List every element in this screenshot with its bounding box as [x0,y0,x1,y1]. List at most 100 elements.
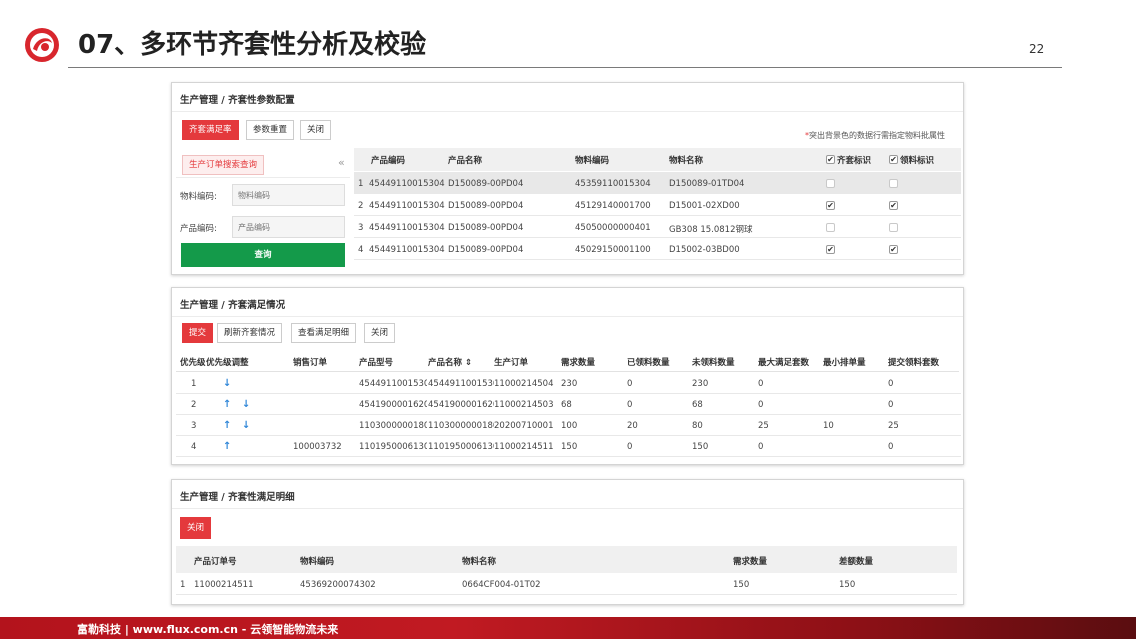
max-kits: 0 [758,442,764,452]
product-code: 45449110015304 [369,223,445,233]
order-search-tab[interactable]: 生产订单搜索查询 [182,155,265,175]
submit-qty: 25 [888,421,899,431]
max-kits: 0 [758,400,764,410]
title-divider [68,67,1062,68]
product-code: 45449110015304 [369,179,445,189]
refresh-kit-button[interactable]: 刷新齐套情况 [217,323,283,343]
material-code: 45359110015304 [575,179,651,189]
required-qty: 100 [561,421,578,431]
note-text: 突出背景色的数据行需指定物料批属性 [809,131,945,140]
required-qty: 150 [733,580,750,590]
pick-flag-checkbox[interactable] [889,179,898,188]
move-up-icon[interactable]: ↑ [223,441,231,452]
diff-qty: 150 [839,580,856,590]
panel-title: 生产管理 / 齐套性参数配置 [180,95,295,106]
col-material-code: 物料编码 [300,557,335,567]
production-order: 11000214503 [494,400,554,410]
kit-status-panel: 生产管理 / 齐套满足情况 提交 刷新齐套情况 查看满足明细 关闭 优先级 优先级… [171,287,964,465]
material-code-input[interactable] [232,184,345,206]
product-model: 1101950006130( [359,442,427,452]
pick-flag-checkbox[interactable] [889,223,898,232]
col-order-no: 产品订单号 [194,557,237,567]
col-sales-order: 销售订单 [293,358,328,368]
row-number: 4 [358,245,364,255]
kit-flag-checkbox[interactable] [826,223,835,232]
col-submit-qty: 提交领料套数 [888,358,940,368]
unpicked-qty: 68 [692,400,703,410]
pick-flag-checkbox[interactable]: ✔ [889,245,898,254]
col-kit-flag: 齐套标识 [837,156,872,166]
col-pick-flag: 领料标识 [900,156,935,166]
kit-flag-checkbox[interactable]: ✔ [826,245,835,254]
material-code: 45129140001700 [575,201,651,211]
submit-qty: 0 [888,400,894,410]
col-unpicked-qty: 未领料数量 [692,358,735,368]
product-code: 45449110015304 [369,245,445,255]
max-kits: 25 [758,421,769,431]
product-model: 4541900001620: [359,400,427,410]
move-down-icon[interactable]: ↓ [242,420,250,431]
divider [176,371,959,372]
product-code-input[interactable] [232,216,345,238]
picked-qty: 20 [627,421,638,431]
material-name: D15001-02XD00 [669,201,740,211]
sales-order: 100003732 [293,442,342,452]
product-name: 4544911001530: [428,379,494,389]
query-button[interactable]: 查询 [181,243,345,267]
required-qty: 68 [561,400,572,410]
product-code: 45449110015304 [369,201,445,211]
divider [172,111,963,112]
required-qty: 150 [561,442,578,452]
kit-flag-checkbox[interactable] [826,179,835,188]
kit-detail-panel: 生产管理 / 齐套性满足明细 关闭 产品订单号 物料编码 物料名称 需求数量 差额数量 … [171,479,964,605]
row-number: 1 [358,179,364,189]
table-row[interactable] [354,238,961,260]
footer-bar: 富勒科技 | www.flux.com.cn - 云领智能物流未来 [0,617,1136,639]
order-no: 11000214511 [194,580,254,590]
product-name: D150089-00PD04 [448,201,524,211]
priority: 2 [191,400,197,410]
close-button[interactable]: 关闭 [180,517,212,539]
move-down-icon[interactable]: ↓ [223,378,231,389]
col-product-model: 产品型号 [359,358,394,368]
picked-qty: 0 [627,379,633,389]
table-row[interactable] [354,194,961,216]
material-name: GB308 15.0812钢球 [669,225,753,235]
col-priority-adjust: 优先级调整 [206,358,249,368]
table-row[interactable] [354,172,961,194]
production-order: 11000214504 [494,379,554,389]
table-row[interactable] [354,216,961,238]
move-up-icon[interactable]: ↑ [223,399,231,410]
kit-flag-checkbox[interactable]: ✔ [826,201,835,210]
close-button[interactable]: 关闭 [364,323,396,343]
view-detail-button[interactable]: 查看满足明细 [291,323,357,343]
product-name: D150089-00PD04 [448,179,524,189]
unpicked-qty: 80 [692,421,703,431]
param-reset-button[interactable]: 参数重置 [246,120,295,140]
move-up-icon[interactable]: ↑ [223,420,231,431]
collapse-icon[interactable]: « [338,156,345,169]
product-name: D150089-00PD04 [448,223,524,233]
unpicked-qty: 150 [692,442,709,452]
pick-flag-checkbox[interactable]: ✔ [889,201,898,210]
submit-qty: 0 [888,379,894,389]
kit-param-config-panel: 生产管理 / 齐套性参数配置 齐套满足率 参数重置 关闭 *突出背景色的数据行需… [171,82,964,275]
unpicked-qty: 230 [692,379,709,389]
product-name: 4541900001620: [428,400,494,410]
submit-button[interactable]: 提交 [182,323,214,343]
kit-flag-header-checkbox[interactable]: ✔ [826,155,835,164]
col-product-name[interactable]: 产品名称 ⇕ [428,356,472,368]
move-down-icon[interactable]: ↓ [242,399,250,410]
material-name: D150089-01TD04 [669,179,745,189]
close-button[interactable]: 关闭 [300,120,332,140]
page-number: 22 [1029,42,1045,56]
col-material-code: 物料编码 [575,156,610,166]
col-product-code: 产品编码 [371,156,406,166]
col-required-qty: 需求数量 [561,358,596,368]
slide-title: 07、多环节齐套性分析及校验 [78,30,427,60]
picked-qty: 0 [627,400,633,410]
kit-rate-button[interactable]: 齐套满足率 [182,120,239,140]
material-code: 45369200074302 [300,580,376,590]
product-model: 4544911001530: [359,379,427,389]
pick-flag-header-checkbox[interactable]: ✔ [889,155,898,164]
